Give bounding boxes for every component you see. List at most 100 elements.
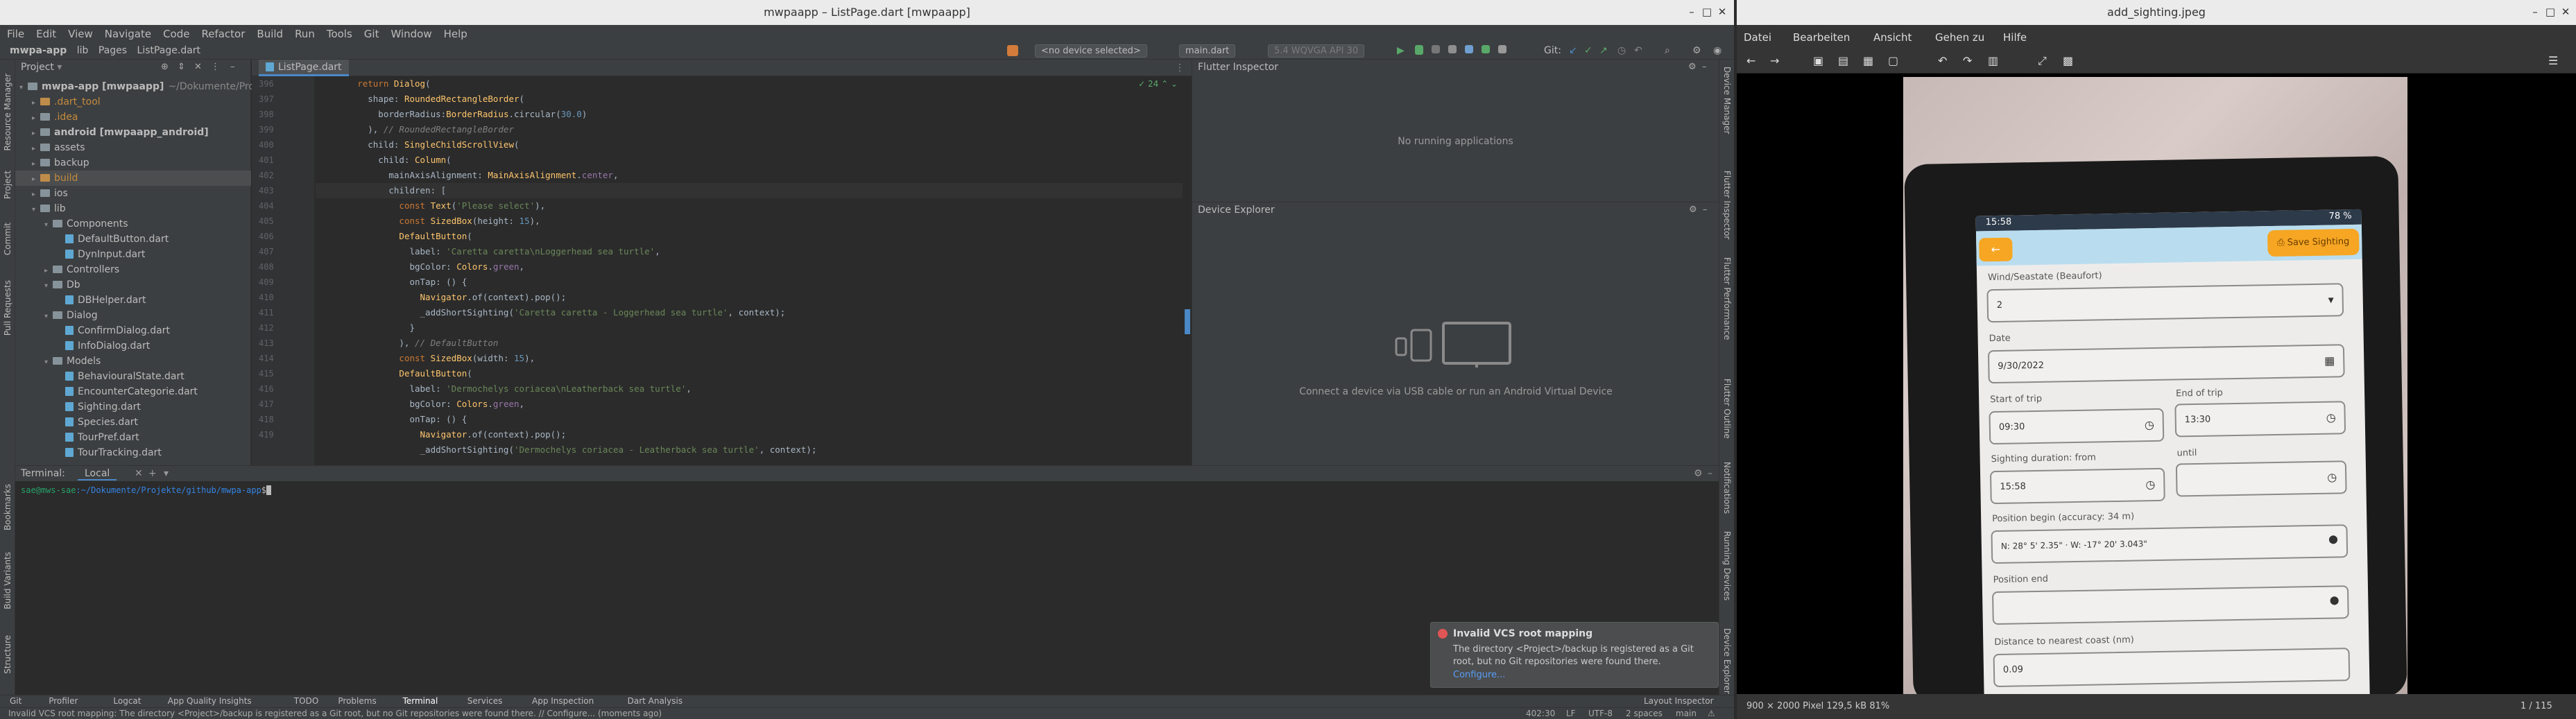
tool-tab-todo[interactable]: TODO (294, 696, 318, 706)
tool-tab-services[interactable]: Services (467, 696, 503, 706)
code-line[interactable]: borderRadius:BorderRadius.circular(30.0) (316, 107, 1183, 122)
terminal-hide-icon[interactable]: – (1708, 468, 1712, 479)
notification-configure-link[interactable]: Configure... (1453, 670, 1505, 680)
terminal-new-tab-icon[interactable]: + (148, 468, 157, 479)
breadcrumb-project[interactable]: mwpa-app (10, 45, 67, 56)
chevron-right-icon[interactable]: ▸ (32, 96, 40, 111)
code-line[interactable]: shape: RoundedRectangleBorder( (316, 92, 1183, 107)
close-icon[interactable]: ✕ (1715, 4, 1730, 19)
tree-folder[interactable]: ▾ lib (15, 201, 251, 216)
menu-git[interactable]: Git (357, 25, 384, 40)
chevron-right-icon[interactable]: ▸ (32, 111, 40, 126)
chevron-right-icon[interactable]: ▸ (32, 157, 40, 172)
tree-file[interactable]: InfoDialog.dart (15, 338, 251, 354)
code-line[interactable]: children: [ (316, 183, 1183, 198)
code-area[interactable]: return Dialog( shape: RoundedRectangleBo… (316, 76, 1183, 465)
menu-refactor[interactable]: Refactor (194, 25, 250, 40)
tree-file[interactable]: DBHelper.dart (15, 293, 251, 308)
chevron-down-icon[interactable]: ▾ (44, 309, 53, 324)
tool-flutter-inspector[interactable]: Flutter Inspector (1722, 171, 1732, 239)
code-line[interactable]: _addShortSighting('Dermochelys coriacea … (316, 442, 1183, 458)
tool-tab-git[interactable]: Git (10, 696, 22, 706)
tool-bookmarks[interactable]: Bookmarks (3, 484, 12, 530)
tree-folder[interactable]: ▾ Models (15, 354, 251, 369)
code-line[interactable]: const Text('Please select'), (316, 198, 1183, 214)
tree-folder[interactable]: ▸ Controllers (15, 262, 251, 277)
tool-layout-inspector[interactable]: Layout Inspector (1644, 696, 1714, 706)
menu-edit[interactable]: Edit (29, 25, 61, 40)
delete-icon[interactable]: ▥ (1988, 54, 1998, 67)
warning-icon[interactable]: ⚠ (1708, 709, 1715, 718)
tool-notifications[interactable]: Notifications (1722, 462, 1732, 514)
inspection-widget[interactable]: ✓ 24 ⌃ ⌄ (1138, 79, 1178, 89)
tree-folder[interactable]: ▸ ios (15, 186, 251, 201)
hide-panel-icon[interactable]: – (230, 62, 240, 72)
code-line[interactable]: child: Column( (316, 153, 1183, 168)
menu-code[interactable]: Code (156, 25, 194, 40)
debug-icon[interactable] (1415, 45, 1423, 55)
code-line[interactable]: return Dialog( (316, 76, 1183, 92)
tree-folder[interactable]: ▸ assets (15, 140, 251, 155)
breadcrumb-file[interactable]: ListPage.dart (137, 45, 201, 56)
back-icon[interactable]: ← (1746, 54, 1755, 67)
code-line[interactable]: onTap: () { (316, 412, 1183, 427)
tree-file[interactable]: Species.dart (15, 415, 251, 430)
tool-tab-app-quality-insights[interactable]: App Quality Insights (168, 696, 252, 706)
run-icon[interactable]: ▶ (1397, 45, 1408, 56)
chevron-right-icon[interactable]: ▸ (32, 187, 40, 202)
code-line[interactable]: mainAxisAlignment: MainAxisAlignment.cen… (316, 168, 1183, 183)
viewer-menu-ansicht[interactable]: Ansicht (1873, 31, 1912, 44)
tool-build-variants[interactable]: Build Variants (3, 552, 12, 609)
tree-file[interactable]: BehaviouralState.dart (15, 369, 251, 384)
terminal-gear-icon[interactable]: ⚙ (1694, 468, 1703, 479)
fit-window-icon[interactable]: ▣ (1813, 54, 1823, 67)
tree-folder[interactable]: ▸ build (15, 171, 251, 186)
menu-tools[interactable]: Tools (320, 25, 357, 40)
run-config-selector[interactable]: main.dart (1179, 44, 1236, 58)
viewer-close-icon[interactable]: ✕ (2558, 4, 2573, 19)
menu-run[interactable]: Run (288, 25, 320, 40)
expand-all-icon[interactable]: ✕ (194, 62, 204, 72)
tree-file[interactable]: DefaultButton.dart (15, 232, 251, 247)
explorer-hide-icon[interactable]: – (1703, 205, 1712, 215)
sync-icon[interactable] (1465, 45, 1473, 53)
code-line[interactable]: DefaultButton( (316, 229, 1183, 244)
tree-folder[interactable]: ▾ mwpa-app [mwpaapp] ~/Dokumente/Proj (15, 79, 257, 96)
tool-resource-manager[interactable]: Resource Manager (3, 73, 12, 150)
terminal-prompt-line[interactable]: sae@mws-sae:~/Dokumente/Projekte/github/… (15, 481, 1719, 499)
tool-tab-problems[interactable]: Problems (338, 696, 376, 706)
breadcrumb-pages[interactable]: Pages (98, 45, 127, 56)
device-selector[interactable]: <no device selected> (1035, 44, 1147, 58)
code-line[interactable]: child: SingleChildScrollView( (316, 137, 1183, 153)
editor-scrollbar-marker[interactable] (1185, 309, 1190, 334)
minimize-icon[interactable]: – (1684, 4, 1699, 19)
menu-help[interactable]: Help (437, 25, 472, 40)
tree-file[interactable]: Sighting.dart (15, 399, 251, 415)
rotate-right-icon[interactable]: ↷ (1963, 54, 1972, 67)
chevron-right-icon[interactable]: ▸ (32, 141, 40, 157)
code-line[interactable]: _addShortSighting('Caretta caretta - Log… (316, 305, 1183, 320)
tree-folder[interactable]: ▾ Db (15, 277, 251, 293)
image-canvas[interactable]: 15:58 78 % ← ⎙ Save Sighting Wind/Seasta… (1737, 73, 2576, 716)
status-message[interactable]: Invalid VCS root mapping: The directory … (8, 709, 737, 718)
chevron-right-icon[interactable]: ▸ (32, 172, 40, 187)
inspector-hide-icon[interactable]: – (1702, 62, 1712, 72)
chevron-right-icon[interactable]: ▸ (32, 126, 40, 141)
chevron-right-icon[interactable]: ▸ (44, 263, 53, 279)
select-icon[interactable]: ▢ (1888, 54, 1898, 67)
viewer-menu-bearbeiten[interactable]: Bearbeiten (1793, 31, 1850, 44)
inspector-gear-icon[interactable]: ⚙ (1688, 62, 1698, 72)
code-line[interactable]: bgColor: Colors.green, (316, 397, 1183, 412)
locate-icon[interactable]: ⊕ (161, 62, 171, 72)
terminal-more-icon[interactable]: ▾ (164, 468, 169, 479)
chevron-down-icon[interactable]: ▾ (19, 80, 28, 96)
project-view-selector[interactable]: Project (21, 62, 54, 73)
history-icon[interactable]: ◷ (1617, 45, 1629, 56)
terminal-close-tab-icon[interactable]: ✕ (135, 468, 143, 479)
menu-window[interactable]: Window (384, 25, 436, 40)
viewer-menu-datei[interactable]: Datei (1744, 31, 1771, 44)
fullscreen-icon[interactable]: ⤢ (2038, 54, 2047, 68)
code-line[interactable]: DefaultButton( (316, 366, 1183, 381)
tree-folder[interactable]: ▸ android [mwpaapp_android] (15, 125, 251, 140)
tool-flutter-performance[interactable]: Flutter Performance (1722, 257, 1732, 340)
